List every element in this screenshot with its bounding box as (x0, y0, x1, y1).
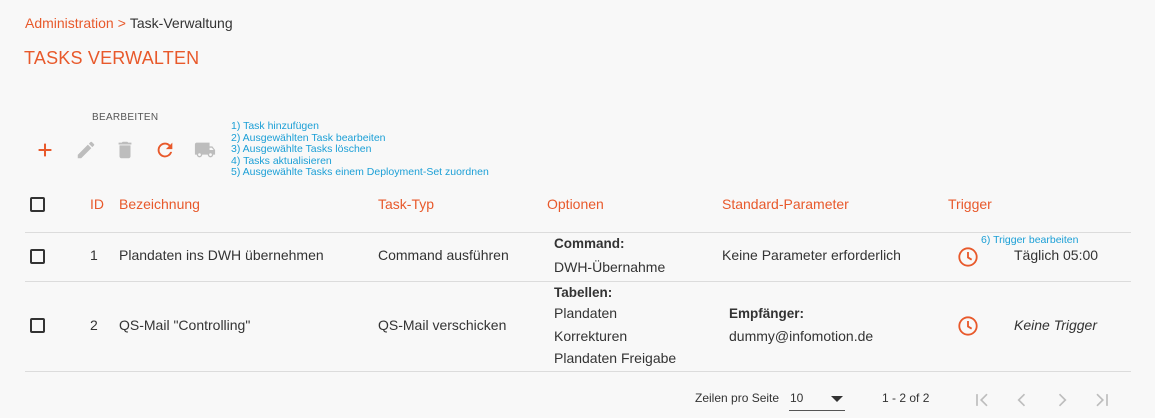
first-page-icon (976, 393, 988, 407)
row-options-value: DWH-Übernahme (554, 259, 666, 275)
header-divider (25, 232, 1131, 233)
add-task-button[interactable] (33, 138, 57, 162)
delete-tasks-button[interactable] (113, 138, 137, 162)
first-page-button[interactable] (970, 389, 994, 411)
row-id: 2 (90, 317, 98, 333)
truck-icon (194, 142, 216, 158)
row-options-value: Plandaten (554, 305, 618, 321)
row-name: Plandaten ins DWH übernehmen (119, 247, 324, 263)
row-params-value: Keine Parameter erforderlich (722, 247, 901, 263)
pencil-icon (77, 141, 95, 159)
trash-icon (118, 141, 132, 159)
row-options-label: Command: (554, 236, 625, 251)
rows-per-page-label: Zeilen pro Seite (695, 391, 780, 405)
row-name: QS-Mail "Controlling" (119, 317, 251, 333)
column-header-params[interactable]: Standard-Parameter (722, 196, 849, 212)
rows-per-page-select[interactable]: 10 (789, 389, 845, 411)
next-page-button[interactable] (1050, 389, 1074, 411)
page-title: TASKS VERWALTEN (24, 48, 200, 68)
row-type: Command ausführen (378, 247, 509, 263)
column-header-name[interactable]: Bezeichnung (119, 196, 200, 212)
rows-per-page-value: 10 (790, 391, 804, 405)
select-all-checkbox[interactable] (30, 197, 45, 212)
refresh-icon (157, 142, 173, 158)
hint-add-task: 1) Task hinzufügen (231, 120, 319, 132)
last-page-icon (1096, 393, 1108, 407)
breadcrumb-link-administration[interactable]: Administration (25, 15, 114, 31)
column-header-type[interactable]: Task-Typ (378, 196, 434, 212)
edit-trigger-clock-icon[interactable] (957, 315, 979, 337)
hint-delete-tasks: 3) Ausgewählte Tasks löschen (231, 143, 372, 155)
column-header-options[interactable]: Optionen (547, 196, 604, 212)
hint-edit-trigger: 6) Trigger bearbeiten (981, 234, 1079, 246)
assign-deployment-set-button[interactable] (193, 138, 217, 162)
row-checkbox[interactable] (30, 318, 45, 333)
row-params-label: Empfänger: (729, 306, 805, 321)
chevron-left-icon (1017, 393, 1026, 407)
row-options-value: Plandaten Freigabe (554, 350, 677, 366)
pagination-range: 1 - 2 of 2 (882, 391, 930, 405)
row-type: QS-Mail verschicken (378, 317, 507, 333)
table-bottom-divider (25, 371, 1131, 372)
column-header-id[interactable]: ID (90, 196, 104, 212)
row-checkbox[interactable] (30, 249, 45, 264)
dropdown-arrow-icon (831, 396, 843, 402)
toolbar-heading: BEARBEITEN (92, 112, 159, 123)
row-options-value: Korrekturen (554, 328, 628, 344)
refresh-tasks-button[interactable] (153, 138, 177, 162)
chevron-right-icon (1058, 393, 1067, 407)
toolbar-hints: 1) Task hinzufügen 2) Ausgewählten Task … (231, 120, 489, 179)
edit-trigger-clock-icon[interactable] (957, 246, 979, 268)
row-options-label: Tabellen: (554, 285, 613, 300)
edit-task-button[interactable] (74, 138, 98, 162)
hint-assign-deployment-set: 5) Ausgewählte Tasks einem Deployment-Se… (231, 166, 489, 178)
row-id: 1 (90, 247, 98, 263)
column-header-trigger[interactable]: Trigger (948, 196, 992, 212)
plus-icon (38, 143, 52, 157)
breadcrumb: Administration > Task-Verwaltung (25, 15, 233, 31)
row-trigger: Täglich 05:00 (1014, 247, 1099, 263)
last-page-button[interactable] (1090, 389, 1114, 411)
row-divider (25, 281, 1131, 282)
breadcrumb-separator: > (117, 15, 126, 31)
previous-page-button[interactable] (1010, 389, 1034, 411)
breadcrumb-current: Task-Verwaltung (129, 15, 233, 31)
row-params-value: dummy@infomotion.de (729, 328, 874, 344)
row-trigger: Keine Trigger (1014, 317, 1098, 333)
